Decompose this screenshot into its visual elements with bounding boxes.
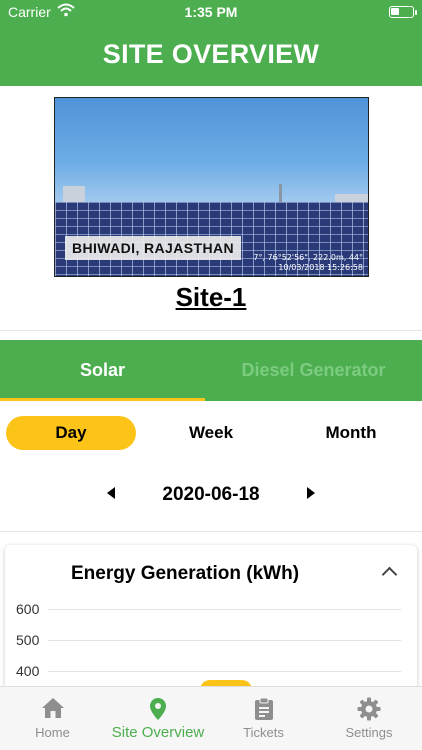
site-name: Site-1 — [175, 282, 247, 312]
clock-time: 1:35 PM — [184, 4, 238, 20]
next-date-icon[interactable] — [307, 487, 315, 499]
status-bar: Carrier 1:35 PM — [0, 0, 422, 24]
energy-source-tabs: Solar Diesel Generator — [0, 340, 422, 401]
header-bar: SITE OVERVIEW — [0, 24, 422, 86]
tab-solar[interactable]: Solar — [0, 340, 205, 401]
site-photo: BHIWADI, RAJASTHAN 7°, 76°52'56", 222.0m… — [54, 97, 369, 277]
nav-settings[interactable]: Settings — [316, 687, 422, 750]
photo-sky — [55, 98, 368, 208]
selected-date: 2020-06-18 — [162, 484, 260, 505]
map-pin-icon — [149, 697, 167, 726]
y-tick-label: 500 — [16, 632, 40, 648]
gear-icon — [357, 697, 381, 726]
period-month-button[interactable]: Month — [286, 416, 416, 450]
photo-stamp-coords: 7°, 76°52'56", 222.0m, 44° — [253, 253, 363, 262]
period-week-button[interactable]: Week — [146, 416, 276, 450]
grid-line — [48, 671, 401, 672]
bottom-nav: Home Site Overview Tickets Settings — [0, 686, 422, 750]
nav-label: Home — [35, 725, 70, 740]
y-tick-label: 600 — [16, 601, 40, 617]
nav-site-overview[interactable]: Site Overview — [105, 687, 211, 750]
photo-building — [335, 194, 368, 202]
nav-home[interactable]: Home — [0, 687, 105, 750]
nav-label: Settings — [345, 725, 393, 740]
y-tick-label: 400 — [16, 663, 40, 679]
photo-tower — [279, 184, 282, 202]
active-tab-indicator — [0, 398, 205, 401]
tab-diesel-generator[interactable]: Diesel Generator — [205, 340, 422, 401]
grid-line — [48, 609, 401, 610]
grid-line — [48, 640, 401, 641]
photo-stamp-datetime: 10/03/2018 15:26:58 — [278, 263, 363, 272]
chart-title: Energy Generation (kWh) — [71, 563, 300, 584]
nav-tickets[interactable]: Tickets — [211, 687, 316, 750]
home-icon — [41, 697, 65, 724]
photo-timestamp: 7°, 76°52'56", 222.0m, 44° 10/03/2018 15… — [253, 253, 363, 273]
photo-building — [63, 186, 85, 202]
divider — [0, 330, 422, 331]
period-day-button[interactable]: Day — [6, 416, 136, 450]
divider — [0, 531, 422, 532]
page-title: SITE OVERVIEW — [102, 39, 320, 69]
nav-label: Site Overview — [111, 724, 205, 741]
chevron-up-icon[interactable] — [381, 566, 398, 583]
date-navigator: 2020-06-18 — [0, 478, 422, 512]
photo-location-label: BHIWADI, RAJASTHAN — [65, 236, 241, 260]
battery-icon — [389, 6, 417, 18]
clipboard-icon — [254, 697, 274, 726]
nav-label: Tickets — [243, 725, 284, 740]
